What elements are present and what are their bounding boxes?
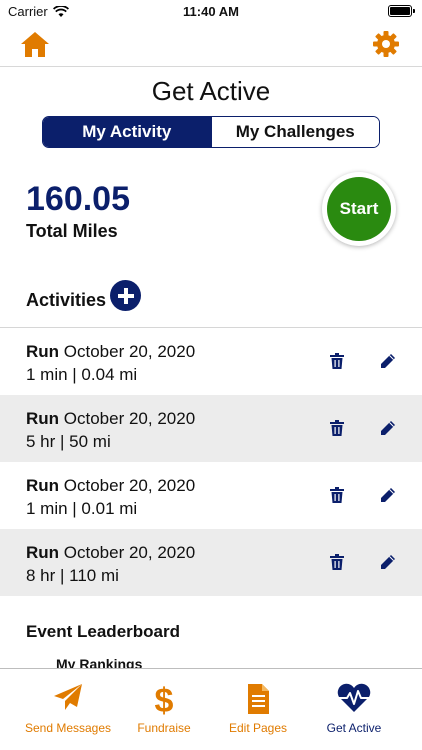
activity-detail: 1 min | 0.01 mi <box>26 499 138 518</box>
battery-icon <box>388 5 415 17</box>
activity-title: Run October 20, 2020 <box>26 409 195 429</box>
activity-type: Run <box>26 342 60 361</box>
trash-icon <box>330 353 344 369</box>
activity-row[interactable]: Run October 20, 2020 1 min | 0.01 mi <box>0 462 422 529</box>
leaderboard-heading: Event Leaderboard <box>26 622 180 641</box>
activity-type: Run <box>26 543 60 562</box>
page-title: Get Active <box>151 76 271 106</box>
tab-send-messages[interactable]: Send Messages <box>18 669 118 739</box>
start-button[interactable]: Start <box>322 172 396 246</box>
activity-detail: 1 min | 0.04 mi <box>26 365 138 384</box>
document-icon <box>248 684 269 714</box>
edit-activity-button[interactable] <box>380 487 398 505</box>
tab-label: Fundraise <box>137 721 191 735</box>
home-button[interactable] <box>20 30 52 60</box>
tab-bar: Send Messages $ Fundraise Edit Pages Get… <box>0 668 422 750</box>
activity-date: October 20, 2020 <box>63 409 196 428</box>
pencil-icon <box>381 354 395 368</box>
delete-activity-button[interactable] <box>330 420 348 438</box>
start-button-label: Start <box>327 177 391 241</box>
edit-activity-button[interactable] <box>380 353 398 371</box>
activity-date: October 20, 2020 <box>63 543 196 562</box>
tab-label: Send Messages <box>24 721 112 735</box>
tab-my-activity[interactable]: My Activity <box>43 117 211 147</box>
tab-edit-pages[interactable]: Edit Pages <box>208 669 308 739</box>
activity-row[interactable]: Run October 20, 2020 5 hr | 50 mi <box>0 395 422 462</box>
delete-activity-button[interactable] <box>330 554 348 572</box>
activities-heading: Activities <box>26 290 107 310</box>
edit-activity-button[interactable] <box>380 554 398 572</box>
svg-text:$: $ <box>155 683 174 717</box>
home-icon <box>21 32 49 57</box>
activity-title: Run October 20, 2020 <box>26 476 195 496</box>
total-miles-value: 160.05 <box>26 180 130 218</box>
activity-segment-control: My Activity My Challenges <box>42 116 380 148</box>
pencil-icon <box>381 555 395 569</box>
tab-get-active[interactable]: Get Active <box>304 669 404 739</box>
activity-detail: 5 hr | 50 mi <box>26 432 111 451</box>
tab-my-challenges[interactable]: My Challenges <box>210 117 379 147</box>
delete-activity-button[interactable] <box>330 353 348 371</box>
status-bar: Carrier 11:40 AM <box>0 0 422 22</box>
plus-icon <box>117 287 134 304</box>
settings-button[interactable] <box>372 30 402 60</box>
activity-title: Run October 20, 2020 <box>26 543 195 563</box>
activity-title: Run October 20, 2020 <box>26 342 195 362</box>
tab-label: Get Active <box>326 721 382 735</box>
activity-detail: 8 hr | 110 mi <box>26 566 119 585</box>
activity-row[interactable]: Run October 20, 2020 1 min | 0.04 mi <box>0 328 422 395</box>
trash-icon <box>330 487 344 503</box>
pencil-icon <box>381 421 395 435</box>
trash-icon <box>330 554 344 570</box>
gear-icon <box>373 31 399 57</box>
activity-date: October 20, 2020 <box>63 476 196 495</box>
activity-type: Run <box>26 476 60 495</box>
trash-icon <box>330 420 344 436</box>
paper-plane-icon <box>54 684 82 710</box>
clock: 11:40 AM <box>183 4 239 19</box>
edit-activity-button[interactable] <box>380 420 398 438</box>
add-activity-button[interactable] <box>110 280 141 311</box>
tab-fundraise[interactable]: $ Fundraise <box>114 669 214 739</box>
activity-row[interactable]: Run October 20, 2020 8 hr | 110 mi <box>0 529 422 596</box>
heart-pulse-icon <box>337 683 371 712</box>
tab-label: Edit Pages <box>228 721 288 735</box>
activity-type: Run <box>26 409 60 428</box>
activity-date: October 20, 2020 <box>63 342 196 361</box>
delete-activity-button[interactable] <box>330 487 348 505</box>
dollar-icon: $ <box>155 683 174 717</box>
activity-list: Run October 20, 2020 1 min | 0.04 mi Run… <box>0 327 422 596</box>
total-miles-label: Total Miles <box>26 221 118 241</box>
top-nav <box>0 22 422 67</box>
pencil-icon <box>381 488 395 502</box>
